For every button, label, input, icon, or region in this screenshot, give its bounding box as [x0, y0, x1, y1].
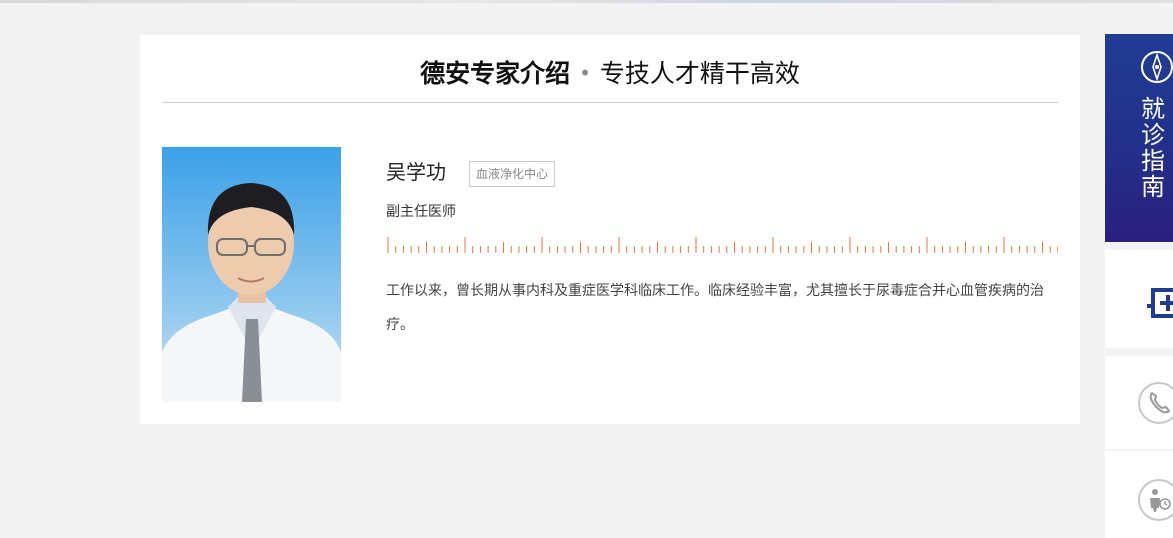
- doctor-title: 副主任医师: [386, 204, 456, 220]
- section-title-main: 德安专家介绍: [420, 59, 571, 88]
- department-badge: 血液净化中心: [469, 161, 556, 187]
- appointment-link[interactable]: [1105, 451, 1173, 538]
- expert-card: 德安专家介绍 • 专技人才精干高效 吴学功 血液净化中心 副主任医师 工作以来，…: [140, 35, 1080, 424]
- section-heading: 德安专家介绍 • 专技人才精干高效: [140, 55, 1080, 92]
- phone-link[interactable]: [1105, 356, 1173, 449]
- heading-divider: [162, 102, 1058, 103]
- decorative-ruler: [387, 237, 1058, 253]
- top-border: [0, 0, 1173, 3]
- visit-guide-label: 就诊指南: [1141, 95, 1165, 201]
- hospital-link[interactable]: [1105, 250, 1173, 348]
- compass-icon: [1141, 51, 1173, 83]
- hospital-icon: [1147, 288, 1173, 318]
- doctor-bio: 工作以来，曾长期从事内科及重症医学科临床工作。临床经验丰富，尤其擅长于尿毒症合并…: [386, 283, 1044, 333]
- doctor-name: 吴学功: [386, 160, 446, 184]
- phone-icon: [1138, 382, 1173, 424]
- visit-guide-button[interactable]: 就诊指南: [1105, 34, 1173, 242]
- doctor-photo[interactable]: [162, 147, 341, 402]
- title-separator: •: [579, 61, 591, 85]
- section-title-sub: 专技人才精干高效: [599, 59, 800, 88]
- appointment-icon: [1138, 479, 1173, 521]
